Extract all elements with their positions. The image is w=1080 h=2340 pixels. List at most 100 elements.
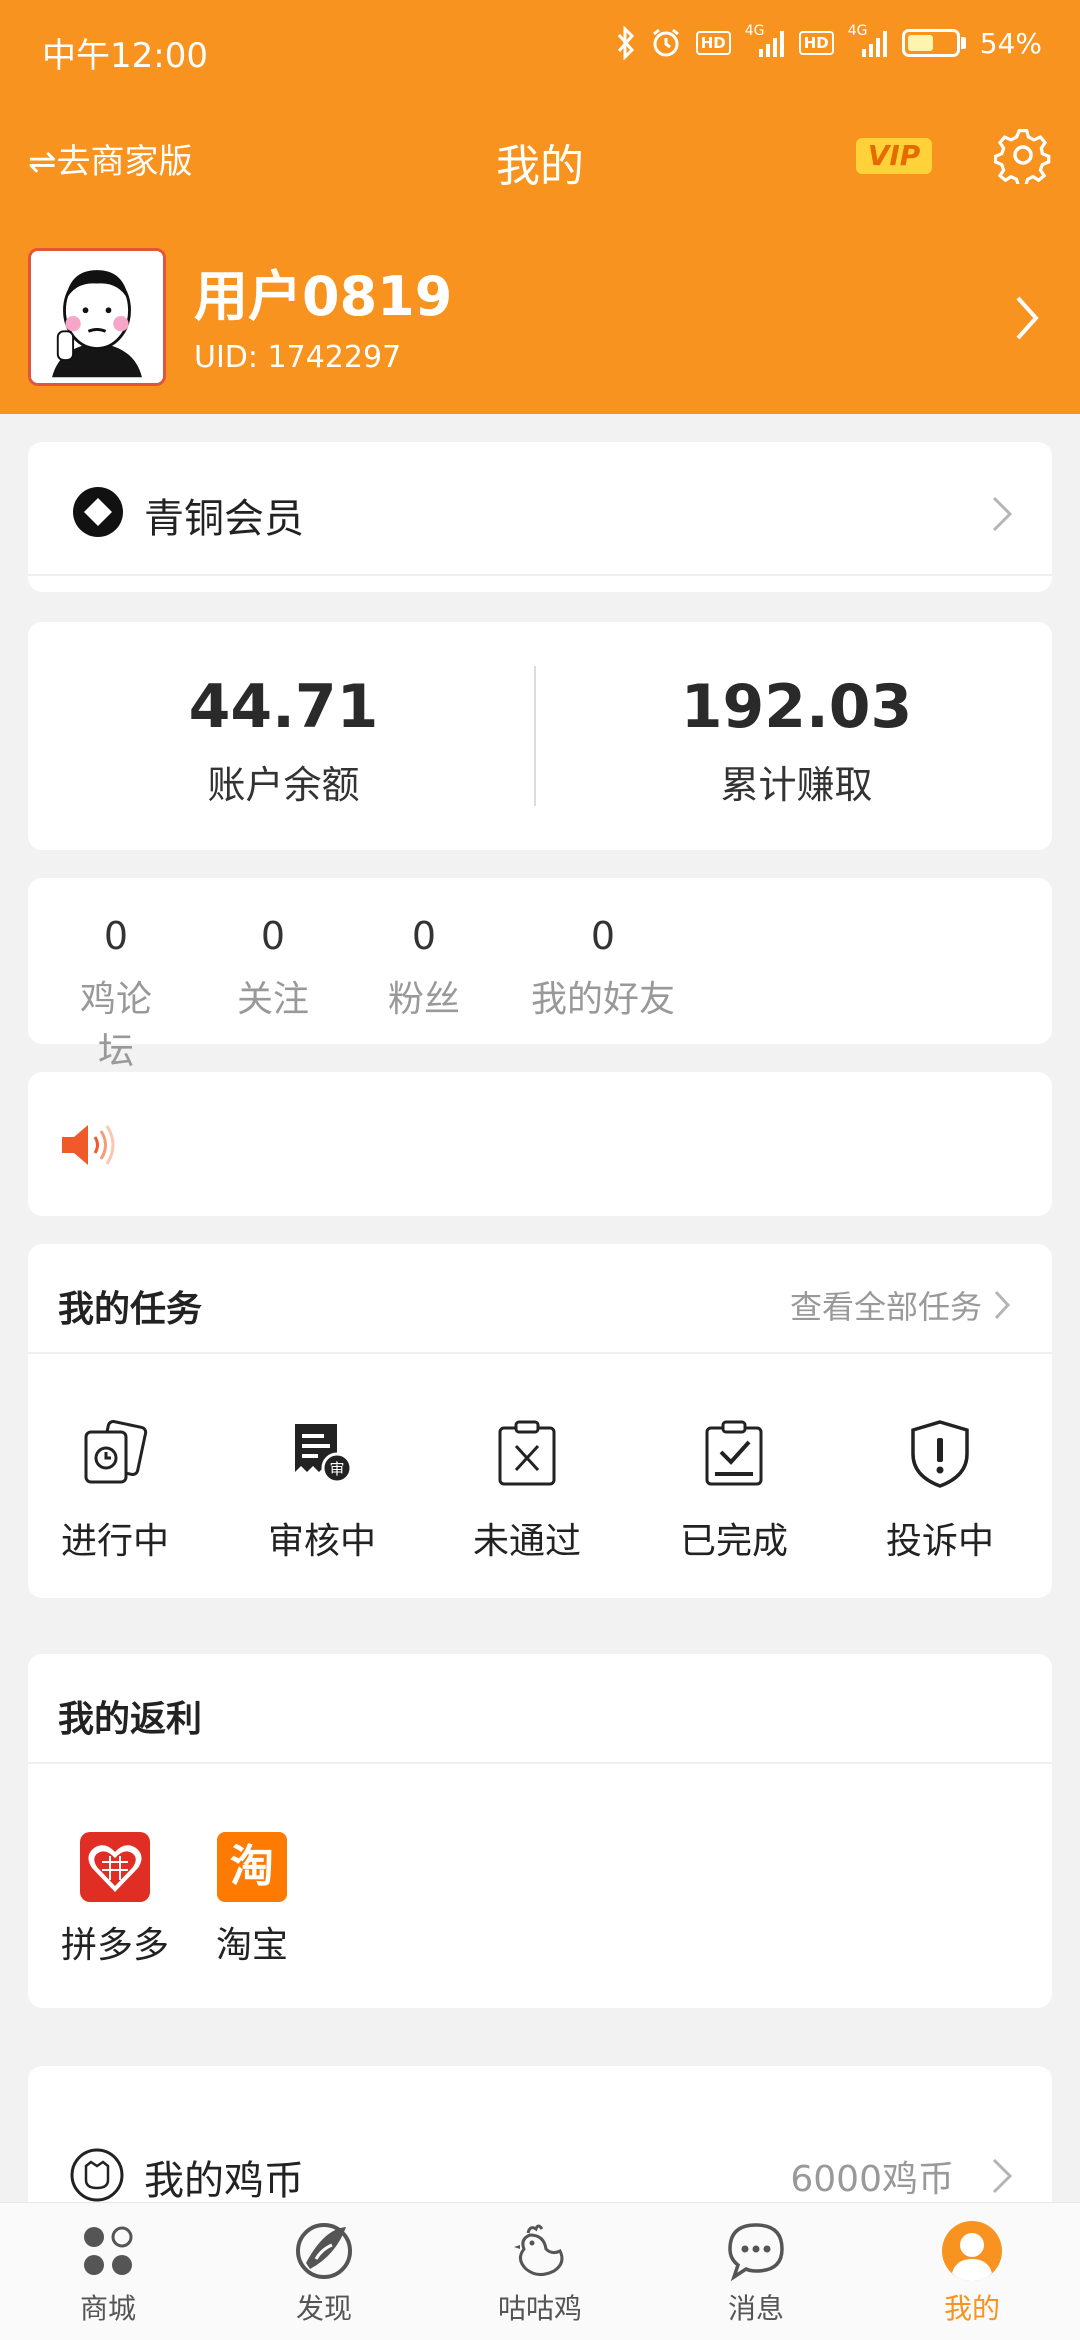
total-earned-value: 192.03	[680, 672, 913, 742]
my-rebates-card: 我的返利 拼多多 淘 淘宝	[28, 1654, 1052, 2008]
tab-chicken[interactable]: 咕咕鸡	[432, 2203, 648, 2340]
chevron-right-icon	[992, 496, 1013, 532]
hd-badge-1: HD	[695, 31, 731, 55]
tab-discover[interactable]: 发现	[216, 2203, 432, 2340]
stat-value: 0	[590, 914, 616, 958]
tab-label: 我的	[943, 2292, 1000, 2325]
header: 中午12:00 HD 4G HD 4G 54% ⇌去商家版 我的 VIP 用户0…	[0, 0, 1080, 414]
stat-friends[interactable]: 0 我的好友	[518, 878, 688, 1044]
task-label: 投诉中	[885, 1521, 994, 1562]
signal-icon-2: 4G	[848, 23, 888, 59]
membership-level: 青铜会员	[144, 496, 304, 542]
stat-label: 关注	[236, 979, 309, 1020]
task-rejected[interactable]: 未通过	[437, 1418, 617, 1564]
tab-label: 消息	[727, 2292, 784, 2325]
view-all-label: 查看全部任务	[789, 1288, 982, 1326]
tab-label: 咕咕鸡	[497, 2292, 582, 2325]
rebate-label: 淘宝	[215, 1925, 288, 1966]
stat-fans[interactable]: 0 粉丝	[374, 878, 474, 1044]
speaker-icon	[62, 1125, 115, 1165]
stat-value: 0	[260, 914, 286, 958]
vip-badge[interactable]: VIP	[856, 138, 932, 174]
tab-label: 发现	[295, 2292, 352, 2325]
account-balance-label: 账户余额	[207, 763, 360, 807]
tab-messages[interactable]: 消息	[648, 2203, 864, 2340]
bluetooth-icon	[617, 26, 634, 60]
chicken-icon	[514, 2224, 564, 2276]
task-label: 未通过	[472, 1521, 581, 1562]
coin-icon	[70, 2148, 124, 2202]
battery-percent: 54%	[979, 26, 1042, 60]
signal-icon-1: 4G	[745, 23, 785, 59]
in-progress-icon	[84, 1420, 148, 1484]
user-uid: UID: 1742297	[194, 340, 402, 375]
settings-gear-icon[interactable]	[994, 126, 1052, 184]
tab-profile[interactable]: 我的	[864, 2203, 1080, 2340]
taobao-glyph: 淘	[230, 1841, 274, 1892]
profile-icon	[942, 2221, 1002, 2281]
task-completed[interactable]: 已完成	[644, 1418, 824, 1564]
stat-label: 粉丝	[387, 979, 460, 1020]
announcement-card[interactable]	[28, 1072, 1052, 1216]
stat-label: 我的好友	[530, 979, 675, 1020]
status-bar: 中午12:00 HD 4G HD 4G 54%	[0, 0, 1080, 96]
rebate-taobao[interactable]: 淘 淘宝	[162, 1832, 342, 1968]
stat-value: 0	[411, 914, 437, 958]
balance-card: 44.71 账户余额 192.03 累计赚取	[28, 622, 1052, 850]
account-balance[interactable]: 44.71 账户余额	[28, 622, 539, 850]
message-icon	[728, 2223, 784, 2282]
social-stats-card: 0 鸡论坛 0 关注 0 粉丝 0 我的好友	[28, 878, 1052, 1072]
hd-badge-2: HD	[798, 31, 834, 55]
membership-card[interactable]: 青铜会员	[28, 442, 1052, 592]
tab-shop[interactable]: 商城	[0, 2203, 216, 2340]
discover-icon	[296, 2223, 352, 2279]
task-in-progress[interactable]: 进行中	[25, 1418, 205, 1564]
status-time: 中午12:00	[42, 36, 208, 76]
stat-following[interactable]: 0 关注	[223, 878, 323, 1044]
account-balance-value: 44.71	[188, 672, 379, 742]
complaint-icon	[911, 1420, 969, 1488]
coins-value: 6000鸡币	[790, 2159, 954, 2200]
divider	[28, 1762, 1052, 1764]
stat-forum[interactable]: 0 鸡论坛	[66, 878, 166, 1072]
network-type-2: 4G	[847, 23, 868, 39]
profile-section[interactable]: 用户0819 UID: 1742297	[0, 222, 1080, 414]
tab-label: 商城	[79, 2292, 136, 2325]
avatar[interactable]	[28, 248, 166, 386]
under-review-icon: 审	[295, 1424, 353, 1484]
rejected-icon	[498, 1420, 556, 1486]
total-earned[interactable]: 192.03 累计赚取	[541, 622, 1052, 850]
task-complaint[interactable]: 投诉中	[850, 1418, 1030, 1564]
section-title: 我的返利	[58, 1699, 203, 1740]
completed-icon	[705, 1420, 763, 1486]
chevron-right-icon	[994, 1290, 1011, 1320]
alarm-icon	[652, 28, 679, 57]
bottom-tab-bar: 商城 发现 咕咕鸡 消息 我的	[0, 2202, 1080, 2340]
coins-label: 我的鸡币	[144, 2158, 304, 2204]
divider	[28, 1352, 1052, 1354]
membership-diamond-icon	[73, 487, 123, 537]
taobao-icon: 淘	[217, 1832, 287, 1902]
section-title: 我的任务	[58, 1289, 203, 1330]
battery-icon	[901, 29, 966, 57]
svg-text:审: 审	[329, 1460, 344, 1478]
task-label: 审核中	[267, 1521, 376, 1562]
task-under-review[interactable]: 审 审核中	[232, 1418, 412, 1564]
my-tasks-card: 我的任务 查看全部任务 进行中 审 审核中 未通过 已完成 投诉中	[28, 1244, 1052, 1598]
stat-value: 0	[103, 914, 129, 958]
avatar-cartoon-image	[31, 251, 163, 383]
top-nav: ⇌去商家版 我的 VIP	[0, 96, 1080, 222]
status-icons: HD 4G HD 4G 54%	[616, 23, 1042, 60]
task-label: 已完成	[679, 1521, 788, 1562]
divider	[28, 574, 1052, 576]
task-label: 进行中	[60, 1521, 169, 1562]
total-earned-label: 累计赚取	[720, 763, 873, 807]
chevron-right-icon	[992, 2158, 1013, 2194]
view-all-tasks-link[interactable]: 查看全部任务	[790, 1282, 1012, 1328]
vertical-divider	[534, 666, 536, 806]
user-name: 用户0819	[194, 265, 453, 328]
stat-label: 鸡论坛	[79, 979, 152, 1072]
network-type-1: 4G	[744, 23, 765, 39]
chevron-right-icon[interactable]	[1010, 290, 1046, 346]
pinduoduo-icon	[80, 1832, 150, 1902]
